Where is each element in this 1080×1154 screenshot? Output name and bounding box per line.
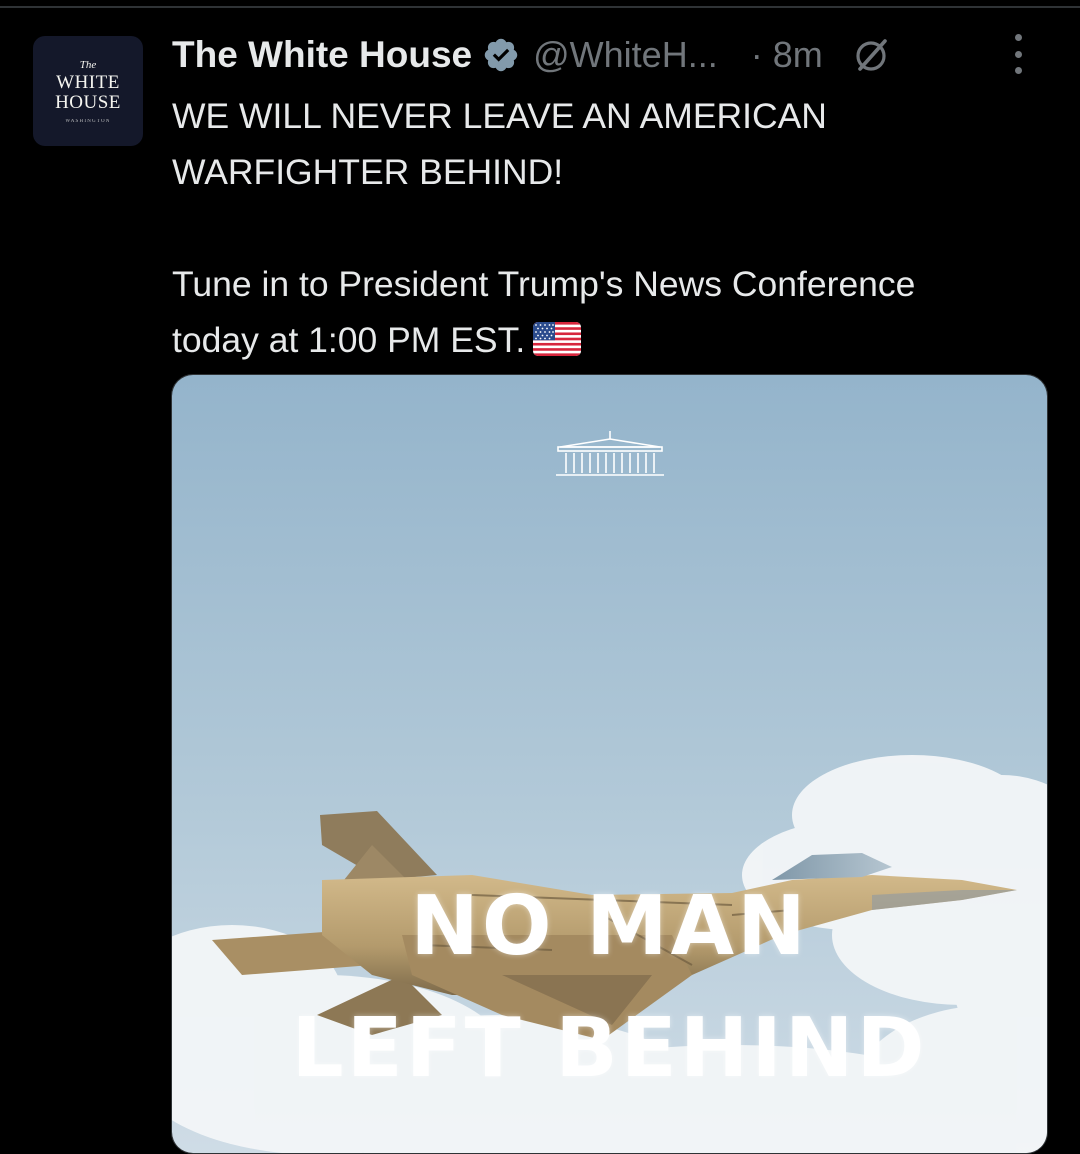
tweet-text-line-part: today at 1:00 PM EST. [172,320,526,360]
media-title-line: NO MAN [410,879,809,974]
tweet-text-line: WE WILL NEVER LEAVE AN AMERICAN [172,96,827,136]
tweet-media-image[interactable]: NO MAN LEFT BEHIND [171,374,1048,1154]
tweet-text-line: Tune in to President Trump's News Confer… [172,264,916,304]
media-title-line: LEFT BEHIND [291,1001,928,1096]
avatar-text-the: The [79,58,97,71]
avatar[interactable]: The WHITE HOUSE WASHINGTON [33,36,143,146]
timestamp[interactable]: · 8m [751,34,823,76]
grok-icon[interactable] [851,35,891,75]
us-flag-emoji [533,316,582,356]
tweet-text-line: today at 1:00 PM EST. [172,312,1052,368]
avatar-text-sub: WASHINGTON [65,118,111,124]
tweet-header: The White House @WhiteH... · 8m [172,30,1052,80]
author-name[interactable]: The White House [172,34,472,76]
avatar-text-white: WHITE [56,71,120,93]
verified-badge-icon[interactable] [482,36,520,74]
tweet-text: WE WILL NEVER LEAVE AN AMERICAN WARFIGHT… [172,88,1052,368]
more-options-icon[interactable] [1012,34,1024,74]
author-handle[interactable]: @WhiteH... [533,34,718,76]
tweet-text-line: WARFIGHTER BEHIND! [172,152,564,192]
avatar-text-house: HOUSE [55,91,121,113]
